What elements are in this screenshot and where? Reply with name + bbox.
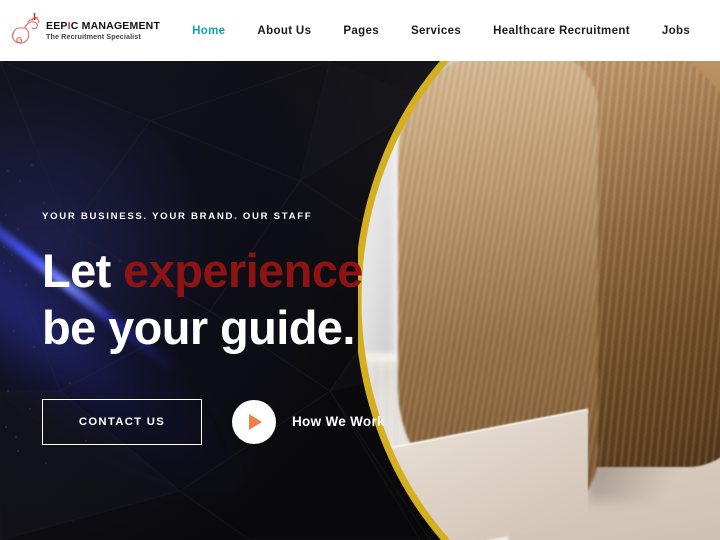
brand-name: EEPIC MANAGEMENT [46, 19, 161, 32]
play-triangle-icon [249, 413, 262, 430]
page-root: EEPIC MANAGEMENT The Recruitment Special… [0, 0, 720, 540]
hero-section: YOUR BUSINESS. YOUR BRAND. OUR STAFF Let… [0, 61, 720, 540]
headline-line-1: Let experience [42, 244, 363, 297]
nav-item-about-us[interactable]: About Us [257, 19, 311, 43]
how-we-work-video-link[interactable]: How We Work [232, 399, 385, 444]
brand-logo[interactable]: EEPIC MANAGEMENT The Recruitment Special… [8, 11, 160, 51]
headline-word-experience: experience [123, 244, 363, 297]
nav-item-services[interactable]: Services [411, 19, 461, 43]
elephant-logo-icon [8, 11, 44, 51]
nav-item-jobs[interactable]: Jobs [662, 19, 690, 43]
brand-text-block: EEPIC MANAGEMENT The Recruitment Special… [46, 19, 161, 41]
brand-tagline: The Recruitment Specialist [46, 31, 141, 41]
hero-headline: Let experience be your guide. [42, 242, 442, 357]
how-we-work-label: How We Work [292, 414, 385, 430]
hero-content: YOUR BUSINESS. YOUR BRAND. OUR STAFF Let… [42, 211, 442, 445]
headline-word-let: Let [42, 244, 124, 297]
hero-actions: CONTACT US How We Work [42, 398, 442, 445]
nav-item-home[interactable]: Home [192, 19, 225, 43]
nav-item-pages[interactable]: Pages [343, 19, 379, 43]
headline-line-2: be your guide. [42, 301, 355, 355]
nav-item-healthcare-recruitment[interactable]: Healthcare Recruitment [493, 19, 630, 43]
hero-eyebrow: YOUR BUSINESS. YOUR BRAND. OUR STAFF [42, 211, 313, 222]
site-header: EEPIC MANAGEMENT The Recruitment Special… [0, 0, 720, 61]
main-navigation: Home About Us Pages Services Healthcare … [160, 19, 720, 43]
play-button[interactable] [232, 399, 276, 444]
contact-us-button[interactable]: CONTACT US [42, 398, 202, 445]
